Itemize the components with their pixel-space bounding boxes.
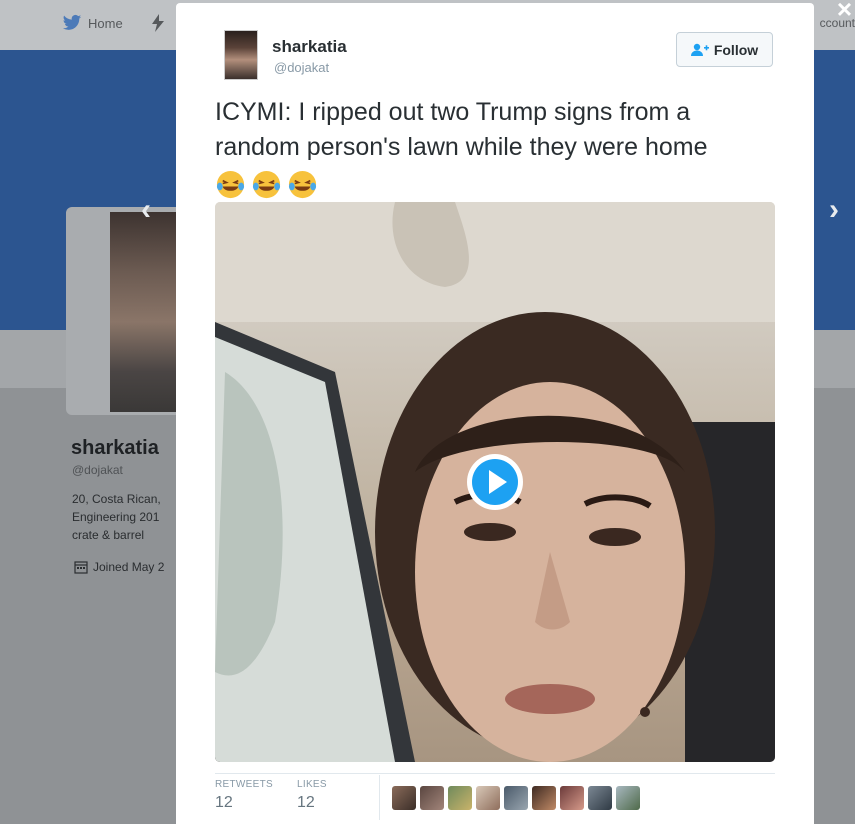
profile-avatar[interactable] [110, 212, 178, 412]
twitter-bird-icon [62, 14, 82, 30]
retweets-label: RETWEETS [215, 779, 273, 790]
bio-line: 20, Costa Rican, [72, 492, 161, 506]
close-icon[interactable]: × [837, 0, 852, 25]
laughing-tears-emoji [252, 170, 281, 198]
liker-avatar[interactable] [560, 786, 584, 810]
follow-label: Follow [713, 41, 759, 58]
tweet-author-handle[interactable]: @dojakat [274, 60, 329, 75]
liker-avatar[interactable] [616, 786, 640, 810]
likes-count: 12 [297, 794, 315, 811]
laughing-tears-emoji [288, 170, 317, 198]
stats-divider [215, 773, 775, 774]
retweets-count: 12 [215, 794, 233, 811]
profile-joined: Joined May 2 [74, 560, 164, 574]
calendar-icon [74, 561, 88, 574]
liker-avatar[interactable] [420, 786, 444, 810]
laughing-tears-emoji [216, 170, 245, 198]
likes-label: LIKES [297, 779, 327, 790]
liker-avatar[interactable] [448, 786, 472, 810]
tweet-author-name[interactable]: sharkatia [272, 37, 347, 57]
nav-home[interactable]: Home [62, 14, 123, 32]
nav-moments[interactable] [152, 14, 164, 32]
liker-avatar[interactable] [504, 786, 528, 810]
tweet-text: ICYMI: I ripped out two Trump signs from… [215, 95, 775, 200]
avatar[interactable] [224, 30, 258, 80]
tweet-body: ICYMI: I ripped out two Trump signs from… [215, 98, 708, 161]
follow-button[interactable]: Follow [676, 32, 773, 67]
profile-handle: @dojakat [72, 463, 123, 477]
profile-bio: 20, Costa Rican, Engineering 201 crate &… [72, 490, 182, 544]
liker-avatar[interactable] [532, 786, 556, 810]
lightning-icon [152, 14, 164, 32]
liker-avatars [392, 786, 640, 810]
tweet-modal: sharkatia @dojakat Follow ICYMI: I rippe… [176, 3, 814, 824]
liker-avatar[interactable] [476, 786, 500, 810]
play-icon[interactable] [465, 452, 525, 512]
bio-line: crate & barrel [72, 528, 145, 542]
liker-avatar[interactable] [392, 786, 416, 810]
nav-home-label: Home [88, 15, 123, 31]
liker-avatar[interactable] [588, 786, 612, 810]
chevron-right-icon[interactable]: › [829, 193, 839, 227]
add-user-icon [690, 43, 709, 56]
bio-line: Engineering 201 [72, 510, 160, 524]
chevron-left-icon[interactable]: ‹ [141, 193, 151, 227]
joined-label: Joined May 2 [93, 560, 165, 574]
profile-name: sharkatia [71, 437, 159, 459]
likes-stat[interactable]: LIKES 12 [297, 779, 327, 812]
retweets-stat[interactable]: RETWEETS 12 [215, 779, 273, 812]
tweet-video[interactable] [215, 202, 775, 762]
stats-separator [379, 775, 380, 820]
